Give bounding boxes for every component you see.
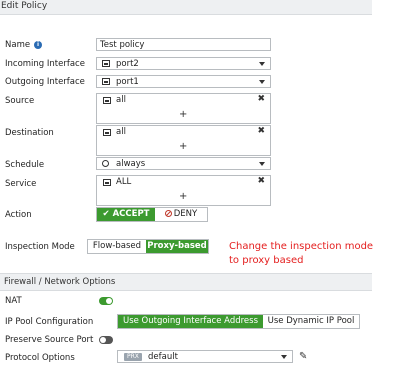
flow-based-button[interactable]: Flow-based bbox=[88, 240, 146, 253]
remove-icon[interactable]: ✖ bbox=[257, 126, 265, 136]
info-icon[interactable]: i bbox=[34, 41, 43, 49]
ip-pool-toggle: Use Outgoing Interface Address Use Dynam… bbox=[117, 314, 360, 329]
address-icon bbox=[103, 97, 111, 104]
add-icon[interactable]: + bbox=[179, 141, 187, 152]
destination-field[interactable]: all ✖ + bbox=[96, 125, 271, 156]
preserve-source-port-label: Preserve Source Port bbox=[5, 335, 94, 345]
name-field[interactable]: Test policy bbox=[96, 38, 271, 51]
name-value: Test policy bbox=[100, 40, 145, 50]
schedule-label: Schedule bbox=[5, 160, 45, 170]
protocol-options-select[interactable]: PRX default bbox=[117, 350, 293, 363]
destination-value: all bbox=[116, 127, 126, 137]
clock-icon bbox=[102, 160, 109, 167]
chevron-down-icon bbox=[259, 162, 265, 166]
nat-label: NAT bbox=[5, 296, 22, 306]
deny-button[interactable]: DENY bbox=[155, 208, 207, 221]
protocol-options-value: default bbox=[148, 352, 178, 362]
firewall-section-header: Firewall / Network Options bbox=[0, 273, 372, 291]
firewall-section-title: Firewall / Network Options bbox=[4, 277, 116, 287]
source-label: Source bbox=[5, 96, 35, 106]
service-field[interactable]: ALL ✖ + bbox=[96, 175, 271, 206]
service-icon bbox=[103, 179, 111, 186]
incoming-interface-label: Incoming Interface bbox=[5, 59, 85, 69]
remove-icon[interactable]: ✖ bbox=[257, 94, 265, 104]
remove-icon[interactable]: ✖ bbox=[257, 176, 265, 186]
chevron-down-icon bbox=[259, 62, 265, 66]
interface-icon bbox=[102, 60, 110, 67]
outgoing-interface-select[interactable]: port1 bbox=[96, 75, 271, 88]
toggle-knob bbox=[100, 337, 106, 343]
inspection-mode-label: Inspection Mode bbox=[5, 242, 75, 252]
proxy-based-button[interactable]: Proxy-based bbox=[146, 240, 208, 253]
service-label: Service bbox=[5, 179, 37, 189]
accept-button[interactable]: ✔ ACCEPT bbox=[97, 208, 155, 221]
dialog-header: Edit Policy bbox=[0, 0, 372, 15]
toggle-knob bbox=[106, 298, 112, 304]
incoming-interface-value: port2 bbox=[116, 59, 139, 69]
use-dynamic-ip-pool-button[interactable]: Use Dynamic IP Pool bbox=[263, 315, 359, 328]
check-icon: ✔ bbox=[102, 209, 110, 219]
service-value: ALL bbox=[116, 177, 132, 187]
outgoing-interface-value: port1 bbox=[116, 77, 139, 87]
action-toggle: ✔ ACCEPT DENY bbox=[96, 207, 208, 222]
action-label: Action bbox=[5, 210, 32, 220]
deny-icon bbox=[164, 210, 172, 217]
schedule-select[interactable]: always bbox=[96, 157, 271, 170]
nat-toggle[interactable] bbox=[99, 297, 113, 305]
chevron-down-icon bbox=[281, 355, 287, 359]
schedule-value: always bbox=[116, 159, 146, 169]
chevron-down-icon bbox=[259, 80, 265, 84]
preserve-source-port-toggle[interactable] bbox=[99, 336, 113, 344]
ip-pool-label: IP Pool Configuration bbox=[5, 317, 94, 327]
add-icon[interactable]: + bbox=[179, 109, 187, 120]
protocol-options-label: Protocol Options bbox=[5, 353, 75, 363]
source-field[interactable]: all ✖ + bbox=[96, 93, 271, 124]
use-outgoing-interface-button[interactable]: Use Outgoing Interface Address bbox=[118, 315, 263, 328]
dialog-title: Edit Policy bbox=[1, 1, 48, 11]
add-icon[interactable]: + bbox=[179, 191, 187, 202]
prx-badge: PRX bbox=[124, 353, 142, 361]
inspection-mode-toggle: Flow-based Proxy-based bbox=[87, 239, 209, 254]
edit-icon[interactable]: ✎ bbox=[299, 351, 307, 362]
annotation-note: Change the inspection mode to proxy base… bbox=[229, 241, 374, 266]
interface-icon bbox=[102, 78, 110, 85]
outgoing-interface-label: Outgoing Interface bbox=[5, 77, 85, 87]
destination-label: Destination bbox=[5, 128, 54, 138]
address-icon bbox=[103, 129, 111, 136]
incoming-interface-select[interactable]: port2 bbox=[96, 57, 271, 70]
name-label: Name i bbox=[5, 40, 43, 50]
source-value: all bbox=[116, 95, 126, 105]
